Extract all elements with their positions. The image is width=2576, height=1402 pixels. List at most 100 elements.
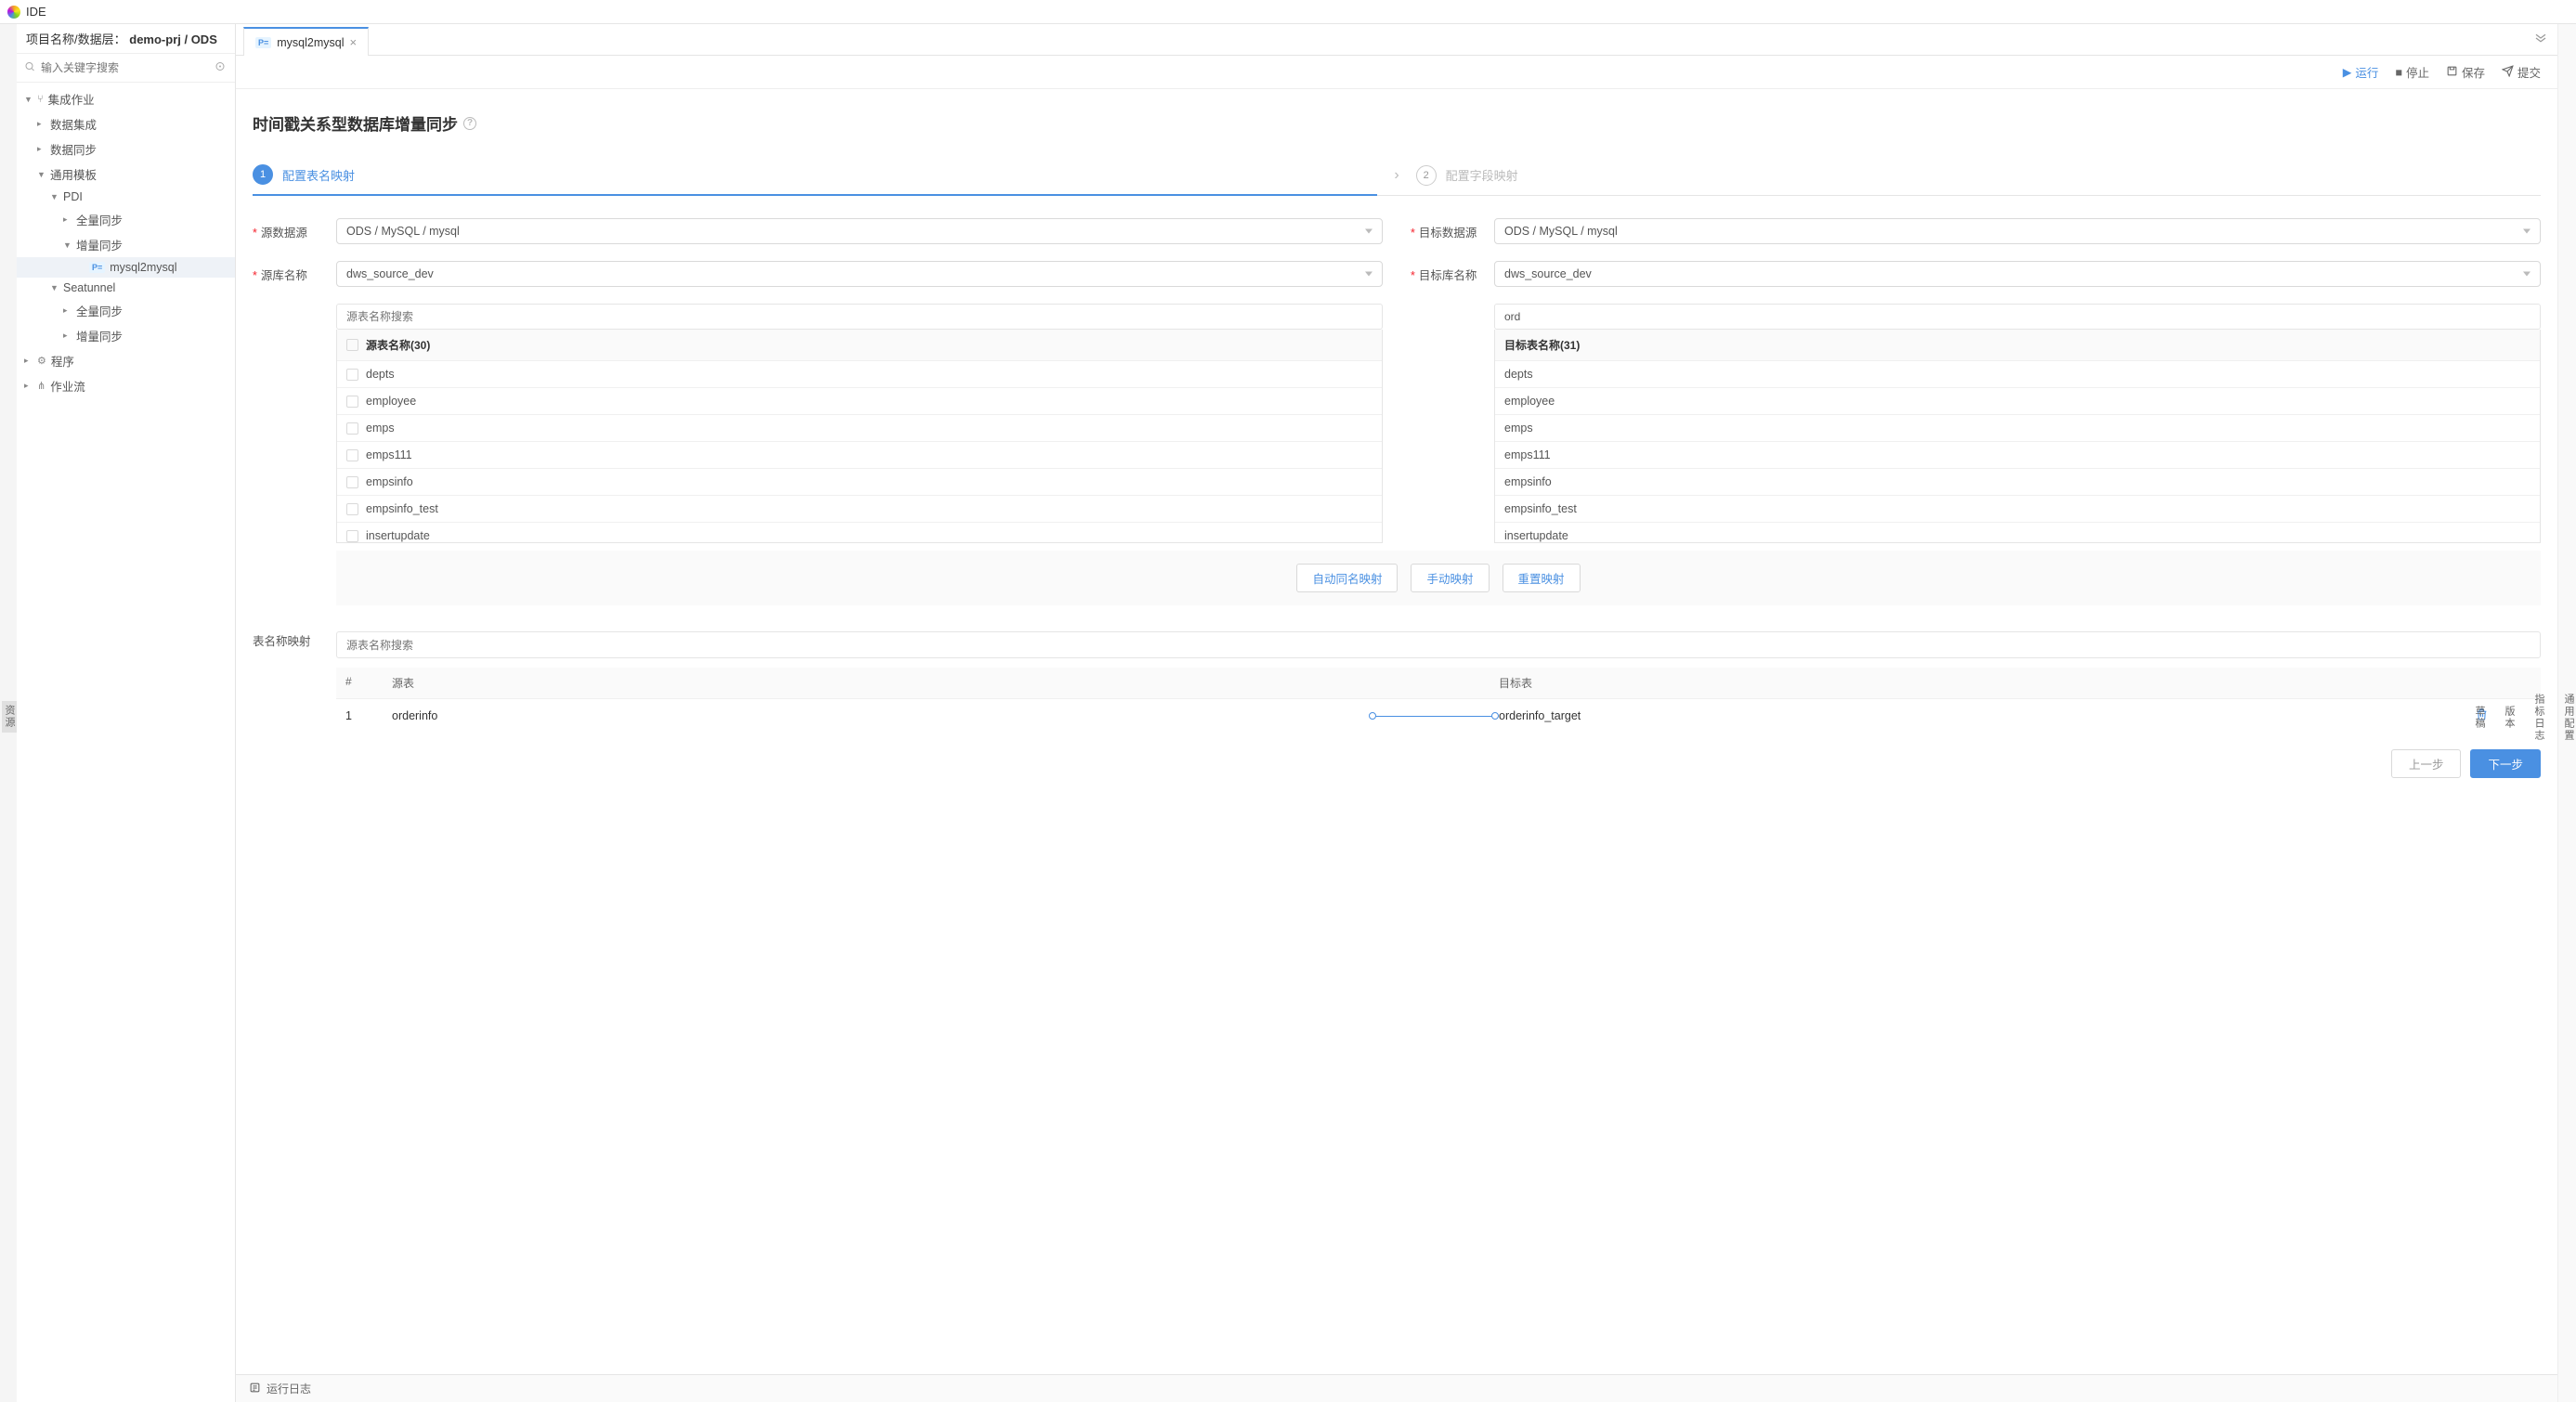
target-table-item[interactable]: insertupdate [1495,522,2540,543]
tree-label: 数据同步 [50,140,97,158]
tree-label: 集成作业 [48,90,95,108]
tree-label: 通用模板 [50,165,97,183]
right-tab-draft[interactable]: 草稿 [2472,702,2487,733]
caret-icon: ▸ [63,331,74,341]
source-table-item[interactable]: emps [337,414,1382,441]
tree-folder[interactable]: ▸全量同步 [17,207,235,232]
checkbox[interactable] [346,422,358,435]
target-ds-select[interactable]: ODS / MySQL / mysql [1494,218,2541,244]
manual-map-button[interactable]: 手动映射 [1411,564,1489,592]
caret-icon: ▸ [37,144,48,154]
file-type-icon: P= [89,262,105,273]
left-tab-resource[interactable]: 资源 [2,701,17,733]
caret-icon: ▸ [63,214,74,225]
tree-label: 作业流 [50,377,85,395]
auto-map-button[interactable]: 自动同名映射 [1296,564,1398,592]
checkbox[interactable] [346,396,358,408]
row-target-ds: *目标数据源 ODS / MySQL / mysql [1411,218,2541,244]
checkbox[interactable] [346,476,358,488]
tree-folder[interactable]: ▼增量同步 [17,232,235,257]
sidebar-search-input[interactable] [22,58,229,78]
right-tab-metrics[interactable]: 指标日志 [2531,690,2546,746]
gear-icon: ⚙ [37,355,46,367]
save-button[interactable]: 保存 [2446,63,2485,81]
save-icon [2446,65,2458,80]
right-strip: 通用配置 指标日志 版本 草稿 [2557,24,2576,1402]
tree-folder[interactable]: ▼Seatunnel [17,278,235,298]
tree-label: 增量同步 [76,236,123,253]
log-icon [249,1382,261,1396]
caret-icon: ▸ [37,119,48,129]
target-table-item[interactable]: emps111 [1495,441,2540,468]
source-table-item[interactable]: empsinfo_test [337,495,1382,522]
target-db-select[interactable]: dws_source_dev [1494,261,2541,287]
prev-button[interactable]: 上一步 [2391,749,2462,778]
checkbox[interactable] [346,449,358,461]
select-all-checkbox[interactable] [346,339,358,351]
bottom-bar[interactable]: 运行日志 [236,1374,2557,1402]
tree-file[interactable]: P= mysql2mysql [17,257,235,278]
tree-folder[interactable]: ▸⚙程序 [17,348,235,373]
send-icon [2502,65,2514,80]
source-db-select[interactable]: dws_source_dev [336,261,1383,287]
source-table-item[interactable]: depts [337,360,1382,387]
file-tab[interactable]: P= mysql2mysql × [243,27,369,56]
close-icon[interactable]: × [350,35,358,49]
target-table-item[interactable]: employee [1495,387,2540,414]
caret-icon: ▼ [50,283,61,292]
tree-folder[interactable]: ▸全量同步 [17,298,235,323]
help-icon[interactable]: ? [463,117,476,130]
source-table-search[interactable] [346,310,1373,323]
tree-label: PDI [63,190,83,203]
checkbox[interactable] [346,369,358,381]
target-tables-panel: 目标表名称(31) deptsemployeeempsemps111empsin… [1411,304,2541,543]
run-button[interactable]: ▶运行 [2343,63,2379,81]
submit-button[interactable]: 提交 [2502,63,2541,81]
locate-icon[interactable] [215,61,226,75]
target-table-item[interactable]: empsinfo_test [1495,495,2540,522]
tree-folder[interactable]: ▼PDI [17,187,235,207]
tree-label: 增量同步 [76,327,123,344]
row-source-db: *源库名称 dws_source_dev [253,261,1383,287]
mapping-search[interactable] [346,639,2530,652]
step-1[interactable]: 1配置表名映射 [253,155,1377,196]
source-table-item[interactable]: employee [337,387,1382,414]
footer-buttons: 上一步 下一步 [253,733,2541,800]
left-strip: 资源 数据源 [0,24,17,1402]
source-ds-select[interactable]: ODS / MySQL / mysql [336,218,1383,244]
tree-label: mysql2mysql [110,261,176,274]
tree-folder[interactable]: ▸数据同步 [17,136,235,162]
stop-button[interactable]: ■停止 [2395,63,2429,81]
tree-folder[interactable]: ▸增量同步 [17,323,235,348]
file-type-icon: P= [255,37,271,48]
right-tab-config[interactable]: 通用配置 [2561,690,2576,746]
sidebar-header-label: 项目名称/数据层： [26,32,126,46]
next-button[interactable]: 下一步 [2470,749,2541,778]
source-table-item[interactable]: empsinfo [337,468,1382,495]
target-table-item[interactable]: depts [1495,360,2540,387]
search-icon [24,61,35,75]
caret-icon: ▼ [24,95,35,104]
sidebar-header: 项目名称/数据层： demo-prj / ODS [17,24,235,54]
tree-folder[interactable]: ▼通用模板 [17,162,235,187]
tree-folder[interactable]: ▼⑂集成作业 [17,86,235,111]
right-tab-version[interactable]: 版本 [2502,702,2517,733]
checkbox[interactable] [346,503,358,515]
caret-icon: ▼ [63,240,74,250]
step-2[interactable]: 2配置字段映射 [1416,156,2541,195]
file-tab-label: mysql2mysql [277,36,344,49]
tree-folder[interactable]: ▸数据集成 [17,111,235,136]
target-table-item[interactable]: empsinfo [1495,468,2540,495]
source-tables-panel: 源表名称(30) deptsemployeeempsemps111empsinf… [253,304,1383,543]
tree-folder[interactable]: ▸⋔作业流 [17,373,235,398]
source-table-item[interactable]: insertupdate [337,522,1382,543]
tree-label: 数据集成 [50,115,97,133]
play-icon: ▶ [2343,65,2352,79]
checkbox[interactable] [346,530,358,542]
target-table-search[interactable] [1504,310,2530,323]
target-table-item[interactable]: emps [1495,414,2540,441]
toolbar: ▶运行 ■停止 保存 提交 [236,56,2557,89]
collapse-icon[interactable] [2533,32,2548,45]
reset-map-button[interactable]: 重置映射 [1503,564,1581,592]
source-table-item[interactable]: emps111 [337,441,1382,468]
